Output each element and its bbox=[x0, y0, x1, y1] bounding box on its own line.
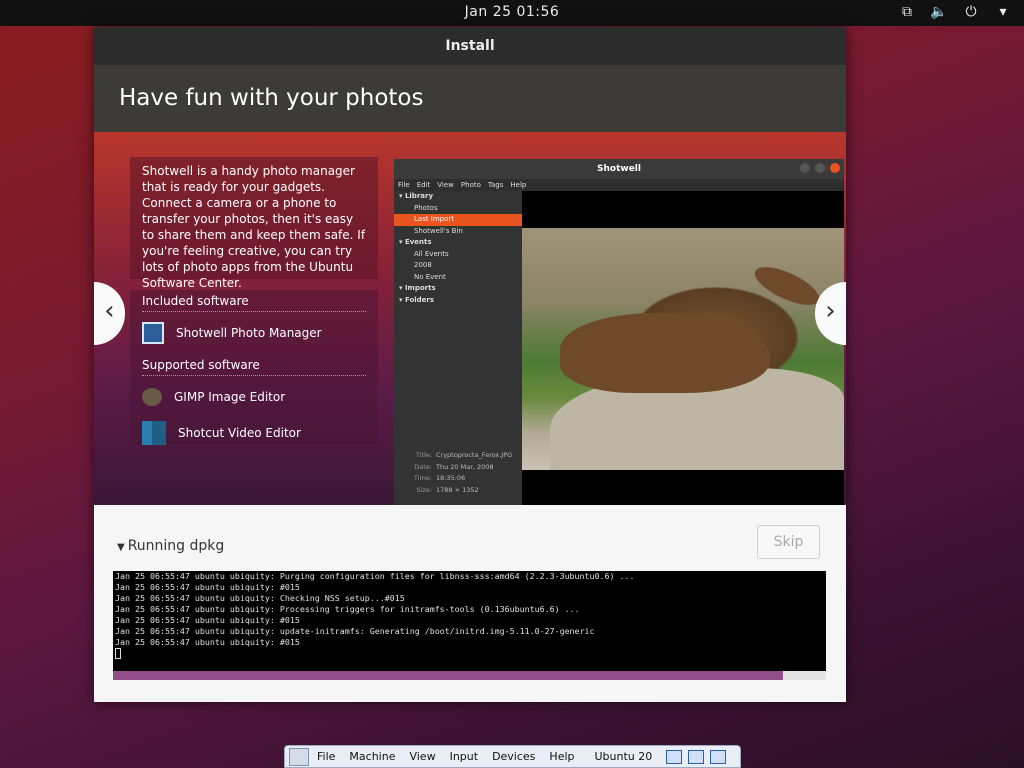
log-line: Jan 25 06:55:47 ubuntu ubiquity: #015 bbox=[115, 637, 300, 647]
screenshot-menu-item: Tags bbox=[487, 181, 504, 189]
progress-expander[interactable]: ▼ Running dpkg bbox=[117, 538, 224, 554]
vbox-menu-file[interactable]: File bbox=[317, 750, 335, 763]
shotwell-icon bbox=[142, 322, 164, 344]
screenshot-title-text: Shotwell bbox=[597, 164, 641, 174]
installer-window: Install Have fun with your photos Shotwe… bbox=[94, 27, 846, 702]
shotwell-screenshot: Shotwell File Edit View Photo Tags Help ▾ Lib… bbox=[394, 159, 844, 505]
system-tray[interactable]: ⧉ 🔈 ⏻ ▾ bbox=[898, 3, 1012, 21]
metadata-value: Thu 20 Mar, 2008 bbox=[436, 462, 494, 471]
screenshot-window-controls bbox=[800, 163, 840, 173]
library-tree: ▾ Library Photos Last Import Shotwell's Bin… bbox=[394, 191, 522, 306]
minimize-icon bbox=[800, 163, 810, 173]
slideshow: Shotwell is a handy photo manager that i… bbox=[94, 132, 846, 505]
tree-item: ▾ Folders bbox=[399, 295, 435, 304]
tree-item: ▾ Events bbox=[399, 238, 432, 246]
vbox-menu-help[interactable]: Help bbox=[549, 750, 574, 763]
previous-slide-button[interactable]: ‹ bbox=[94, 282, 125, 345]
metadata-value: Cryptoprocta_Ferox.JPG bbox=[436, 451, 513, 459]
app-gimp: GIMP Image Editor bbox=[142, 382, 366, 412]
progress-bar bbox=[113, 671, 826, 680]
metadata-key: Time: bbox=[413, 474, 432, 482]
app-label: Shotcut Video Editor bbox=[178, 426, 301, 440]
expander-arrow-icon: ▼ bbox=[117, 542, 125, 553]
metadata-value: 1788 × 1352 bbox=[436, 485, 479, 494]
log-line: Jan 25 06:55:47 ubuntu ubiquity: Purging… bbox=[115, 571, 635, 581]
progress-bar-fill bbox=[113, 671, 784, 680]
screenshot-menu-item: Edit bbox=[416, 181, 431, 189]
metadata-row: Time: 18:35:06 bbox=[400, 474, 516, 486]
tree-item: Last Import bbox=[394, 214, 522, 226]
vm-name: Ubuntu 20 bbox=[594, 750, 653, 763]
skip-button[interactable]: Skip bbox=[757, 525, 820, 559]
photo-viewer bbox=[522, 191, 844, 505]
metadata-key: Title: bbox=[415, 451, 432, 459]
screenshot-menu-item: Help bbox=[510, 181, 527, 189]
tree-item: Photos bbox=[414, 203, 438, 212]
log-line: Jan 25 06:55:47 ubuntu ubiquity: Process… bbox=[115, 604, 580, 614]
top-bar: Jan 25 01:56 ⧉ 🔈 ⏻ ▾ bbox=[0, 0, 1024, 26]
metadata-key: Date: bbox=[414, 462, 432, 471]
vbox-menus: File Machine View Input Devices Help bbox=[317, 750, 589, 763]
slide-heading: Have fun with your photos bbox=[94, 65, 846, 132]
vbox-menu-devices[interactable]: Devices bbox=[492, 750, 535, 763]
log-line: Jan 25 06:55:47 ubuntu ubiquity: update-… bbox=[115, 626, 595, 636]
app-shotwell: Shotwell Photo Manager bbox=[142, 318, 366, 348]
photo-animal-tail bbox=[749, 259, 825, 313]
software-panel: Included software Shotwell Photo Manager… bbox=[130, 290, 378, 445]
virtualbox-toolbar: File Machine View Input Devices Help Ubuntu 2… bbox=[284, 745, 741, 768]
metadata-value: 18:35:06 bbox=[436, 474, 466, 482]
dropdown-arrow-icon[interactable]: ▾ bbox=[994, 3, 1012, 21]
volume-icon[interactable]: 🔈 bbox=[930, 3, 948, 21]
terminal-cursor bbox=[115, 648, 121, 659]
log-line: Jan 25 06:55:47 ubuntu ubiquity: #015 bbox=[115, 582, 300, 592]
metadata-row: Size: 1788 × 1352 bbox=[400, 486, 516, 498]
tree-item: Shotwell's Bin bbox=[414, 226, 463, 235]
close-icon bbox=[830, 163, 840, 173]
supported-software-title: Supported software bbox=[142, 358, 366, 376]
metadata-row: Date: Thu 20 Mar, 2008 bbox=[400, 463, 516, 475]
log-line: Jan 25 06:55:47 ubuntu ubiquity: #015 bbox=[115, 615, 300, 625]
gimp-icon bbox=[142, 388, 162, 406]
log-line: Jan 25 06:55:47 ubuntu ubiquity: Checkin… bbox=[115, 593, 405, 603]
clock[interactable]: Jan 25 01:56 bbox=[0, 4, 1024, 20]
screenshot-menu-item: File bbox=[398, 181, 410, 189]
included-software-title: Included software bbox=[142, 294, 366, 312]
tree-item: No Event bbox=[414, 272, 446, 281]
vbox-menu-view[interactable]: View bbox=[409, 750, 435, 763]
metadata-row: Title: Cryptoprocta_Ferox.JPG bbox=[400, 451, 516, 463]
tree-item: ▾ Imports bbox=[399, 284, 436, 292]
install-log[interactable]: Jan 25 06:55:47 ubuntu ubiquity: Purging… bbox=[113, 571, 826, 671]
photo-animal bbox=[560, 313, 770, 393]
tree-item: ▾ Library bbox=[399, 192, 434, 200]
slide-description: Shotwell is a handy photo manager that i… bbox=[130, 157, 378, 290]
restore-window-icon[interactable] bbox=[688, 749, 705, 764]
progress-label: Running dpkg bbox=[127, 538, 225, 554]
screenshot-sidebar: ▾ Library Photos Last Import Shotwell's Bin… bbox=[394, 191, 522, 505]
vbox-menu-machine[interactable]: Machine bbox=[349, 750, 395, 763]
vbox-menu-input[interactable]: Input bbox=[450, 750, 478, 763]
screenshot-title: Shotwell bbox=[394, 159, 844, 179]
tree-item: 2008 bbox=[414, 261, 432, 269]
screenshot-menu-item: View bbox=[437, 181, 454, 189]
minimize-window-icon[interactable] bbox=[666, 749, 683, 764]
pin-icon[interactable] bbox=[289, 747, 309, 766]
photo-metadata: Title: Cryptoprocta_Ferox.JPG Date: Thu 20 … bbox=[394, 447, 522, 505]
app-shotcut: Shotcut Video Editor bbox=[142, 418, 366, 448]
app-label: Shotwell Photo Manager bbox=[176, 326, 322, 340]
photo-image bbox=[522, 228, 844, 470]
app-label: GIMP Image Editor bbox=[174, 390, 286, 404]
metadata-key: Size: bbox=[416, 485, 432, 494]
shotcut-icon bbox=[142, 421, 166, 445]
screenshot-menu-item: Photo bbox=[460, 181, 481, 189]
network-icon[interactable]: ⧉ bbox=[898, 3, 916, 21]
window-title: Install bbox=[94, 27, 846, 65]
close-toolbar-icon[interactable] bbox=[710, 749, 727, 764]
maximize-icon bbox=[815, 163, 825, 173]
screenshot-menubar: File Edit View Photo Tags Help bbox=[394, 179, 844, 191]
tree-item: All Events bbox=[414, 249, 449, 258]
progress-area: ▼ Running dpkg Skip Jan 25 06:55:47 ubunt… bbox=[94, 505, 846, 702]
power-icon[interactable]: ⏻ bbox=[962, 3, 980, 21]
